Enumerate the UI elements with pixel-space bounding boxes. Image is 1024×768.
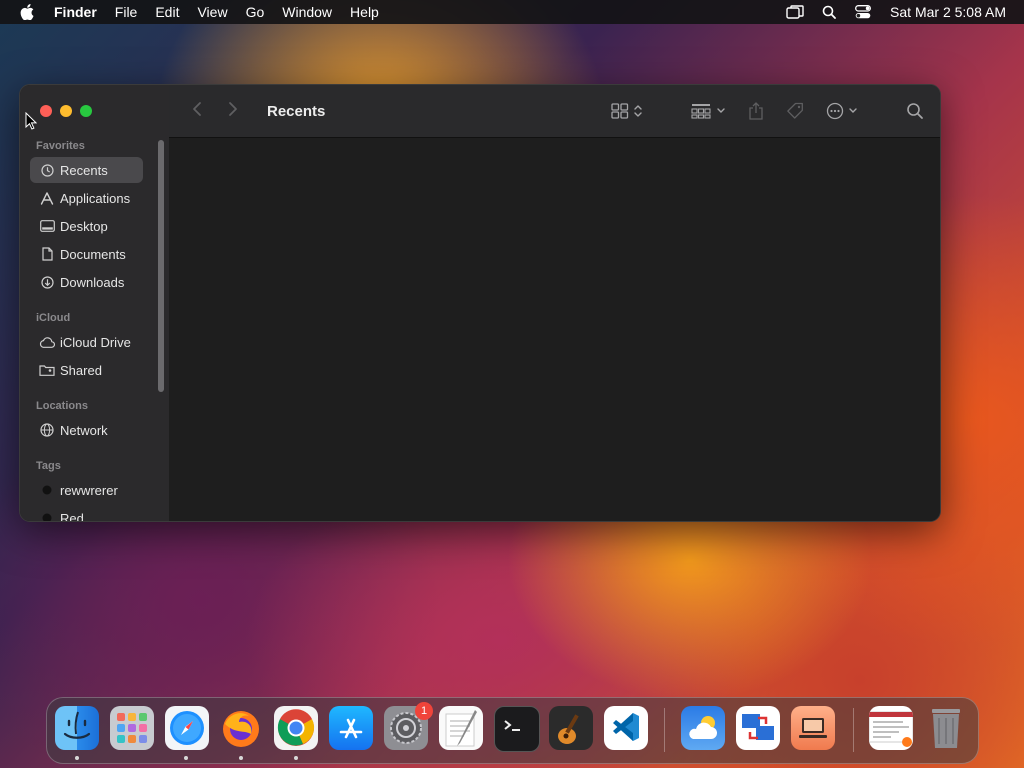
- zoom-button[interactable]: [80, 105, 92, 117]
- menu-go[interactable]: Go: [237, 0, 274, 24]
- cloud-icon: [36, 336, 58, 348]
- safari-app-icon[interactable]: [165, 706, 209, 750]
- icon-grid-icon: [611, 103, 629, 119]
- sidebar-section-tags: Tags: [36, 460, 61, 472]
- sidebar-item-documents[interactable]: Documents: [30, 241, 143, 267]
- sidebar-item-label: Recents: [60, 162, 108, 178]
- tag-dot-icon: [36, 485, 58, 495]
- trash-icon[interactable]: [924, 706, 968, 750]
- garageband-app-icon[interactable]: [549, 706, 593, 750]
- running-indicator: [184, 756, 188, 760]
- search-icon: [907, 103, 923, 119]
- group-by-button[interactable]: [691, 103, 726, 119]
- chevron-down-icon: [717, 108, 725, 113]
- sidebar-item-desktop[interactable]: Desktop: [30, 213, 143, 239]
- mouse-pointer-icon: [25, 111, 38, 135]
- sidebar-item-applications[interactable]: Applications: [30, 185, 143, 211]
- sidebar-item-downloads[interactable]: Downloads: [30, 269, 143, 295]
- running-indicator: [239, 756, 243, 760]
- chevron-updown-icon: [634, 105, 642, 117]
- sidebar-item-label: Network: [60, 422, 108, 438]
- finder-window: Favorites Recents Applications Desktop D…: [19, 84, 941, 522]
- menu-window[interactable]: Window: [273, 0, 341, 24]
- menu-app-name[interactable]: Finder: [54, 0, 106, 24]
- running-indicator: [294, 756, 298, 760]
- back-button[interactable]: [179, 101, 215, 122]
- sidebar-item-icloud-drive[interactable]: iCloud Drive: [30, 329, 143, 355]
- recent-document-icon[interactable]: [869, 706, 913, 750]
- toolbar: Recents: [169, 85, 940, 138]
- window-title: Recents: [267, 102, 326, 120]
- sidebar: Favorites Recents Applications Desktop D…: [20, 85, 170, 521]
- close-button[interactable]: [40, 105, 52, 117]
- search-button[interactable]: [906, 102, 924, 120]
- tag-icon: [787, 102, 803, 119]
- shared-folder-icon: [36, 364, 58, 376]
- sidebar-item-tag-red[interactable]: Red: [30, 505, 143, 522]
- download-icon: [36, 275, 58, 289]
- sidebar-section-locations: Locations: [36, 400, 88, 412]
- dock-separator: [853, 708, 854, 752]
- vscode-app-icon[interactable]: [604, 706, 648, 750]
- sidebar-item-label: Documents: [60, 246, 126, 262]
- sidebar-section-icloud: iCloud: [36, 312, 71, 324]
- launchpad-app-icon[interactable]: [110, 706, 154, 750]
- more-actions-button[interactable]: [826, 102, 858, 120]
- clock-icon: [36, 163, 58, 177]
- menu-bar-clock[interactable]: Sat Mar 2 5:08 AM: [890, 4, 1006, 20]
- sidebar-item-label: Desktop: [60, 218, 108, 234]
- notification-badge: 1: [415, 702, 433, 720]
- sidebar-item-recents[interactable]: Recents: [30, 157, 143, 183]
- control-center-icon[interactable]: [846, 5, 880, 19]
- terminal-app-icon[interactable]: [494, 706, 540, 752]
- menu-file[interactable]: File: [106, 0, 147, 24]
- document-icon: [36, 247, 58, 261]
- chrome-app-icon[interactable]: [274, 706, 318, 750]
- chevron-down-icon: [849, 108, 857, 113]
- spotlight-search-icon[interactable]: [812, 5, 846, 19]
- finder-app-icon[interactable]: [55, 706, 99, 750]
- view-mode-button[interactable]: [611, 103, 643, 119]
- running-indicator: [75, 756, 79, 760]
- menu-bar: Finder File Edit View Go Window Help Sat…: [0, 0, 1024, 24]
- screen-sharing-app-icon[interactable]: [791, 706, 835, 750]
- sidebar-item-label: Shared: [60, 362, 102, 378]
- tags-button[interactable]: [786, 102, 804, 120]
- file-list-area[interactable]: [169, 138, 940, 521]
- forward-button[interactable]: [215, 101, 251, 122]
- apple-logo-icon[interactable]: [0, 4, 54, 20]
- ellipsis-circle-icon: [826, 102, 844, 120]
- menu-view[interactable]: View: [188, 0, 236, 24]
- share-button[interactable]: [748, 102, 764, 120]
- dock: 1: [46, 697, 979, 764]
- window-controls: [40, 105, 92, 117]
- textedit-app-icon[interactable]: [439, 706, 483, 750]
- sidebar-item-label: Downloads: [60, 274, 125, 290]
- sidebar-item-label: Applications: [60, 190, 131, 206]
- minimize-button[interactable]: [60, 105, 72, 117]
- share-icon: [749, 102, 763, 120]
- firefox-app-icon[interactable]: [219, 706, 263, 750]
- screen-mirroring-icon[interactable]: [778, 5, 812, 19]
- network-globe-icon: [36, 423, 58, 437]
- sidebar-item-network[interactable]: Network: [30, 417, 143, 443]
- sidebar-section-favorites: Favorites: [36, 140, 85, 152]
- sidebar-item-tag-rewwrerer[interactable]: rewwrerer: [30, 477, 143, 503]
- applications-icon: [36, 191, 58, 205]
- desktop-icon: [36, 220, 58, 232]
- sidebar-item-label: Red: [60, 510, 84, 522]
- app-store-app-icon[interactable]: [329, 706, 373, 750]
- dock-separator: [664, 708, 665, 752]
- menu-edit[interactable]: Edit: [146, 0, 188, 24]
- sidebar-item-label: iCloud Drive: [60, 334, 131, 350]
- tag-dot-icon: [36, 513, 58, 521]
- group-grid-icon: [691, 104, 711, 119]
- sidebar-item-shared[interactable]: Shared: [30, 357, 143, 383]
- sidebar-scrollbar[interactable]: [158, 140, 164, 392]
- migration-assistant-app-icon[interactable]: [736, 706, 780, 750]
- weather-app-icon[interactable]: [681, 706, 725, 750]
- sidebar-item-label: rewwrerer: [60, 482, 118, 498]
- menu-help[interactable]: Help: [341, 0, 388, 24]
